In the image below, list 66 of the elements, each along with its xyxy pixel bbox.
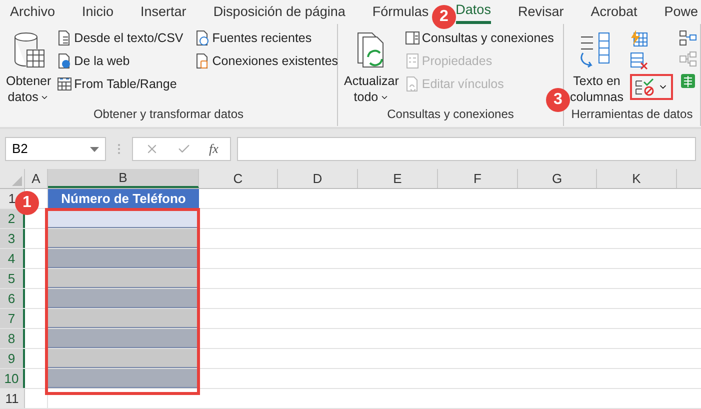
ribbon-small-button[interactable]: From Table/Range <box>57 74 184 94</box>
ribbon-large-button[interactable]: Obtener datos <box>4 28 54 105</box>
group-title: Consultas y conexiones <box>386 106 515 123</box>
remove-duplicates-icon[interactable] <box>630 52 648 70</box>
dropdown-icon <box>90 146 99 152</box>
column-header[interactable]: C <box>199 169 278 188</box>
table-cell[interactable] <box>48 329 199 348</box>
column-header[interactable]: E <box>358 169 438 188</box>
name-box[interactable]: B2 <box>5 137 106 161</box>
column-header[interactable]: F <box>438 169 518 188</box>
group-title: Obtener y transformar datos <box>92 106 245 123</box>
data-model-icon[interactable] <box>678 72 696 90</box>
table-cell[interactable] <box>48 369 199 388</box>
row-header[interactable]: 6 <box>0 289 25 308</box>
table-cell[interactable] <box>48 349 199 368</box>
table-cell[interactable] <box>48 289 199 308</box>
table-icon <box>57 76 72 92</box>
table-cell[interactable] <box>48 249 199 268</box>
column-header[interactable]: D <box>278 169 358 188</box>
consolidate-icon[interactable] <box>678 30 696 46</box>
validation-icon <box>634 78 654 96</box>
table-cell[interactable] <box>48 309 199 328</box>
document-icon <box>57 30 72 46</box>
ribbon-small-button[interactable]: Conexiones existentes <box>195 51 338 71</box>
column-header[interactable]: G <box>518 169 597 188</box>
group-title: Herramientas de datos <box>570 106 694 123</box>
ribbon-small-button[interactable]: Consultas y conexiones <box>404 28 554 48</box>
ribbon-tab[interactable]: Insertar <box>140 0 186 24</box>
web-page-icon <box>57 53 72 69</box>
ribbon-small-button[interactable]: Fuentes recientes <box>195 28 338 48</box>
step-badge: 1 <box>15 191 39 215</box>
table-header-cell: Número de Teléfono <box>48 189 199 208</box>
table-cell[interactable] <box>48 269 199 288</box>
relationships-icon[interactable] <box>678 51 696 67</box>
row-header[interactable]: 9 <box>0 349 25 368</box>
insert-function-button[interactable]: fx <box>209 139 218 159</box>
panel-icon <box>404 30 420 46</box>
table-cell[interactable] <box>48 229 199 248</box>
ribbon-tab[interactable]: Inicio <box>82 0 114 24</box>
row-header[interactable]: 5 <box>0 269 25 288</box>
row-header[interactable]: 7 <box>0 309 25 328</box>
list-icon <box>404 53 420 69</box>
cancel-icon[interactable] <box>145 142 159 156</box>
data-validation-button[interactable] <box>630 74 672 100</box>
ribbon-large-button[interactable]: Texto en columnas <box>568 28 626 105</box>
document-link-icon <box>404 76 420 92</box>
ribbon-small-button[interactable]: Desde el texto/CSV <box>57 28 184 48</box>
flash-fill-icon[interactable] <box>630 30 648 48</box>
ribbon-tab[interactable]: Fórmulas <box>372 0 429 24</box>
row-header[interactable]: 2 <box>0 209 25 228</box>
row-header[interactable]: 3 <box>0 229 25 248</box>
ribbon-tab[interactable]: Revisar <box>518 0 564 24</box>
ribbon-tab[interactable]: Disposición de página <box>213 0 346 24</box>
formula-input[interactable] <box>237 137 696 161</box>
row-header[interactable]: 4 <box>0 249 25 268</box>
row-header[interactable]: 8 <box>0 329 25 348</box>
ribbon-tab[interactable]: Acrobat <box>590 0 638 24</box>
column-header[interactable]: K <box>597 169 677 188</box>
ribbon-small-button[interactable]: De la web <box>57 51 184 71</box>
ribbon-tab[interactable]: Powe <box>664 0 698 24</box>
column-header[interactable]: B <box>48 169 199 188</box>
ribbon-tab[interactable]: Archivo <box>10 0 56 24</box>
select-all-icon[interactable] <box>12 176 22 186</box>
row-header[interactable]: 10 <box>0 369 25 388</box>
row-header[interactable]: 11 <box>0 389 25 408</box>
ribbon-large-button[interactable]: Actualizar todo <box>342 28 401 105</box>
